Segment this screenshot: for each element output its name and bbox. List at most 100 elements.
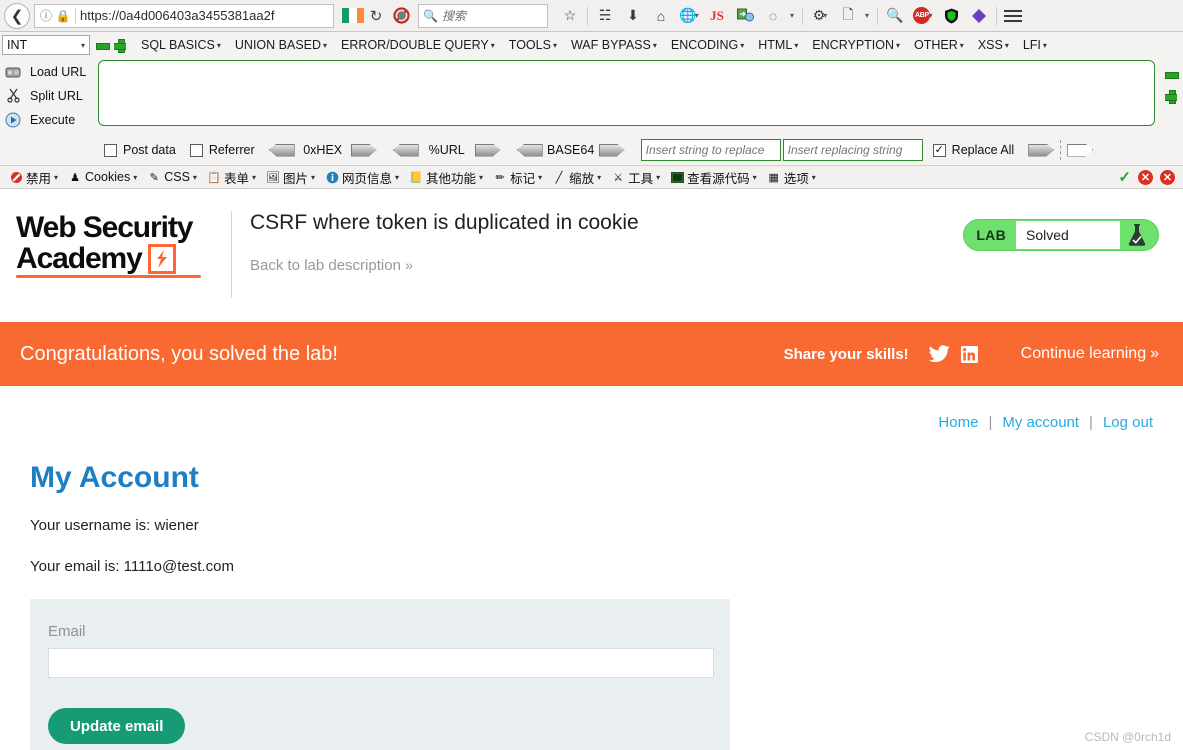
cookie-dropdown-caret-icon[interactable]: ▾ — [787, 3, 799, 29]
devbar-item-css[interactable]: ✎ CSS ▾ — [142, 170, 202, 184]
error-icon[interactable]: ✕ — [1160, 169, 1175, 185]
twitter-icon[interactable] — [925, 345, 955, 363]
devbar-item-forms[interactable]: 📋 表单 ▾ — [202, 168, 261, 187]
noscript-icon[interactable] — [388, 7, 414, 24]
devbar-item-view-source[interactable]: 查看源代码 ▾ — [665, 168, 762, 187]
page-title: CSRF where token is duplicated in cookie — [250, 211, 639, 234]
plus-icon[interactable] — [114, 39, 126, 53]
encoder-url-label: %URL — [428, 143, 465, 157]
devbar-item-cookies[interactable]: ♟ Cookies ▾ — [63, 170, 142, 184]
back-button[interactable]: ❮ — [4, 2, 30, 29]
devbar-item-resize[interactable]: ╱ 缩放 ▾ — [547, 168, 606, 187]
zoom-search-icon[interactable]: 🔍 — [881, 3, 909, 29]
replace-all-checkbox[interactable]: ✓ Replace All — [932, 143, 1014, 157]
referrer-label: Referrer — [208, 143, 255, 157]
injection-type-select[interactable]: INT ▾ — [2, 35, 90, 55]
home-icon[interactable]: ⌂ — [647, 3, 675, 29]
chevron-down-icon: ▾ — [80, 40, 85, 50]
violentmonkey-icon[interactable] — [965, 3, 993, 29]
page-copy-caret-icon[interactable]: ▾ — [862, 3, 874, 29]
javascript-toggle-icon[interactable]: JS — [703, 3, 731, 29]
hackbar-menu-lfi[interactable]: LFI ▾ — [1016, 36, 1054, 54]
linkedin-icon[interactable] — [955, 345, 985, 363]
search-placeholder: 搜索 — [441, 9, 466, 23]
bookmark-star-icon[interactable]: ☆ — [556, 3, 584, 29]
devbar-item-page-info[interactable]: 网页信息 ▾ — [320, 168, 404, 187]
hackbar-menu-union-based[interactable]: UNION BASED ▾ — [228, 36, 334, 54]
hackbar-menu-encoding[interactable]: ENCODING ▾ — [664, 36, 751, 54]
load-url-button[interactable]: Load URL — [4, 63, 98, 81]
replace-revert-arrow-icon[interactable] — [1067, 143, 1094, 157]
decode-arrow-icon[interactable] — [392, 143, 419, 157]
devbar-item-tools[interactable]: ⚔ 工具 ▾ — [606, 168, 665, 187]
encode-arrow-icon[interactable] — [598, 143, 625, 157]
devbar-status-icons: ✓ ✕ ✕ — [1118, 168, 1179, 186]
validation-ok-icon[interactable]: ✓ — [1118, 168, 1131, 186]
hackbar-menu-waf-bypass[interactable]: WAF BYPASS ▾ — [564, 36, 664, 54]
search-box[interactable]: 🔍 搜索 — [418, 3, 548, 28]
devbar-item-disable[interactable]: 禁用 ▾ — [4, 168, 63, 187]
hackbar-menu-sql-basics[interactable]: SQL BASICS ▾ — [134, 36, 228, 54]
post-data-checkbox[interactable]: Post data — [104, 143, 176, 157]
user-agent-icon[interactable]: ⚙ ▾ — [806, 3, 834, 29]
minus-icon[interactable] — [96, 39, 110, 51]
encode-arrow-icon[interactable] — [474, 143, 501, 157]
devbar-label: Cookies — [85, 170, 131, 184]
split-url-button[interactable]: Split URL — [4, 87, 98, 105]
hackbar-menu-other[interactable]: OTHER ▾ — [907, 36, 971, 54]
decode-arrow-icon[interactable] — [516, 143, 543, 157]
email-input[interactable] — [48, 648, 714, 678]
nav-link-my-account[interactable]: My account — [1002, 414, 1079, 431]
hackbar-request-textarea[interactable] — [98, 60, 1155, 126]
replace-from-input[interactable] — [640, 139, 781, 161]
logo-line-1: Web Security — [16, 211, 193, 244]
minus-icon[interactable] — [1165, 68, 1179, 80]
adblock-plus-icon[interactable]: ABP ▾ — [909, 3, 937, 29]
chevron-down-icon: ▾ — [896, 40, 901, 50]
devbar-label: 标记 — [510, 171, 536, 186]
proxy-switch-icon[interactable] — [731, 3, 759, 29]
devbar-label: 工具 — [628, 171, 654, 186]
lab-status-widget[interactable]: LAB Solved — [963, 219, 1159, 251]
menu-icon[interactable] — [1000, 3, 1026, 29]
devbar-item-misc[interactable]: 📒 其他功能 ▾ — [404, 168, 488, 187]
referrer-checkbox[interactable]: Referrer — [189, 143, 255, 157]
reload-icon[interactable]: ↻ — [364, 7, 388, 25]
replace-to-input[interactable] — [782, 139, 923, 161]
error-icon[interactable]: ✕ — [1138, 169, 1153, 185]
continue-learning-link[interactable]: Continue learning » — [1021, 345, 1159, 363]
ireland-flag-icon[interactable] — [342, 8, 364, 23]
cookie-icon[interactable]: ◌ — [759, 3, 787, 29]
devbar-item-images[interactable]: 🖼 图片 ▾ — [261, 168, 320, 187]
devbar-item-outline[interactable]: ✏ 标记 ▾ — [488, 168, 547, 187]
split-url-icon — [4, 87, 22, 105]
hackbar-menu-xss[interactable]: XSS ▾ — [971, 36, 1016, 54]
decode-arrow-icon[interactable] — [268, 143, 295, 157]
library-icon[interactable]: ☵ — [591, 3, 619, 29]
hackbar-menu-error-double-query[interactable]: ERROR/DOUBLE QUERY ▾ — [334, 36, 502, 54]
devbar-item-options[interactable]: ▦ 选项 ▾ — [762, 168, 821, 187]
shield-icon[interactable] — [937, 3, 965, 29]
hackbar-menu-tools[interactable]: TOOLS ▾ — [502, 36, 564, 54]
back-to-lab-description-link[interactable]: Back to lab description » — [250, 257, 413, 274]
chevron-down-icon: ▾ — [1004, 40, 1009, 50]
search-icon: 🔍 — [423, 8, 438, 23]
hackbar-menu-html[interactable]: HTML ▾ — [751, 36, 805, 54]
globe-icon[interactable]: 🌐 ▾ — [675, 3, 703, 29]
address-bar[interactable]: ⓘ 🔒 https://0a4d006403a3455381aa2f — [34, 3, 334, 28]
hackbar-menu-encryption[interactable]: ENCRYPTION ▾ — [805, 36, 907, 54]
encoder-hex-label: 0xHEX — [303, 143, 343, 157]
site-info-icon[interactable]: ⓘ — [37, 7, 55, 24]
downloads-icon[interactable]: ⬇ — [619, 3, 647, 29]
academy-logo[interactable]: Web Security Academy — [16, 207, 221, 279]
plus-icon[interactable] — [1165, 90, 1177, 104]
hackbar-zoom-controls — [96, 39, 126, 53]
execute-button[interactable]: Execute — [4, 111, 98, 129]
nav-link-log-out[interactable]: Log out — [1103, 414, 1153, 431]
page-copy-icon[interactable]: 🗋 — [834, 3, 862, 29]
replace-apply-arrow-icon[interactable] — [1028, 143, 1055, 157]
nav-link-home[interactable]: Home — [938, 414, 978, 431]
update-email-button[interactable]: Update email — [48, 708, 186, 744]
options-divider — [1060, 140, 1062, 160]
encode-arrow-icon[interactable] — [350, 143, 377, 157]
